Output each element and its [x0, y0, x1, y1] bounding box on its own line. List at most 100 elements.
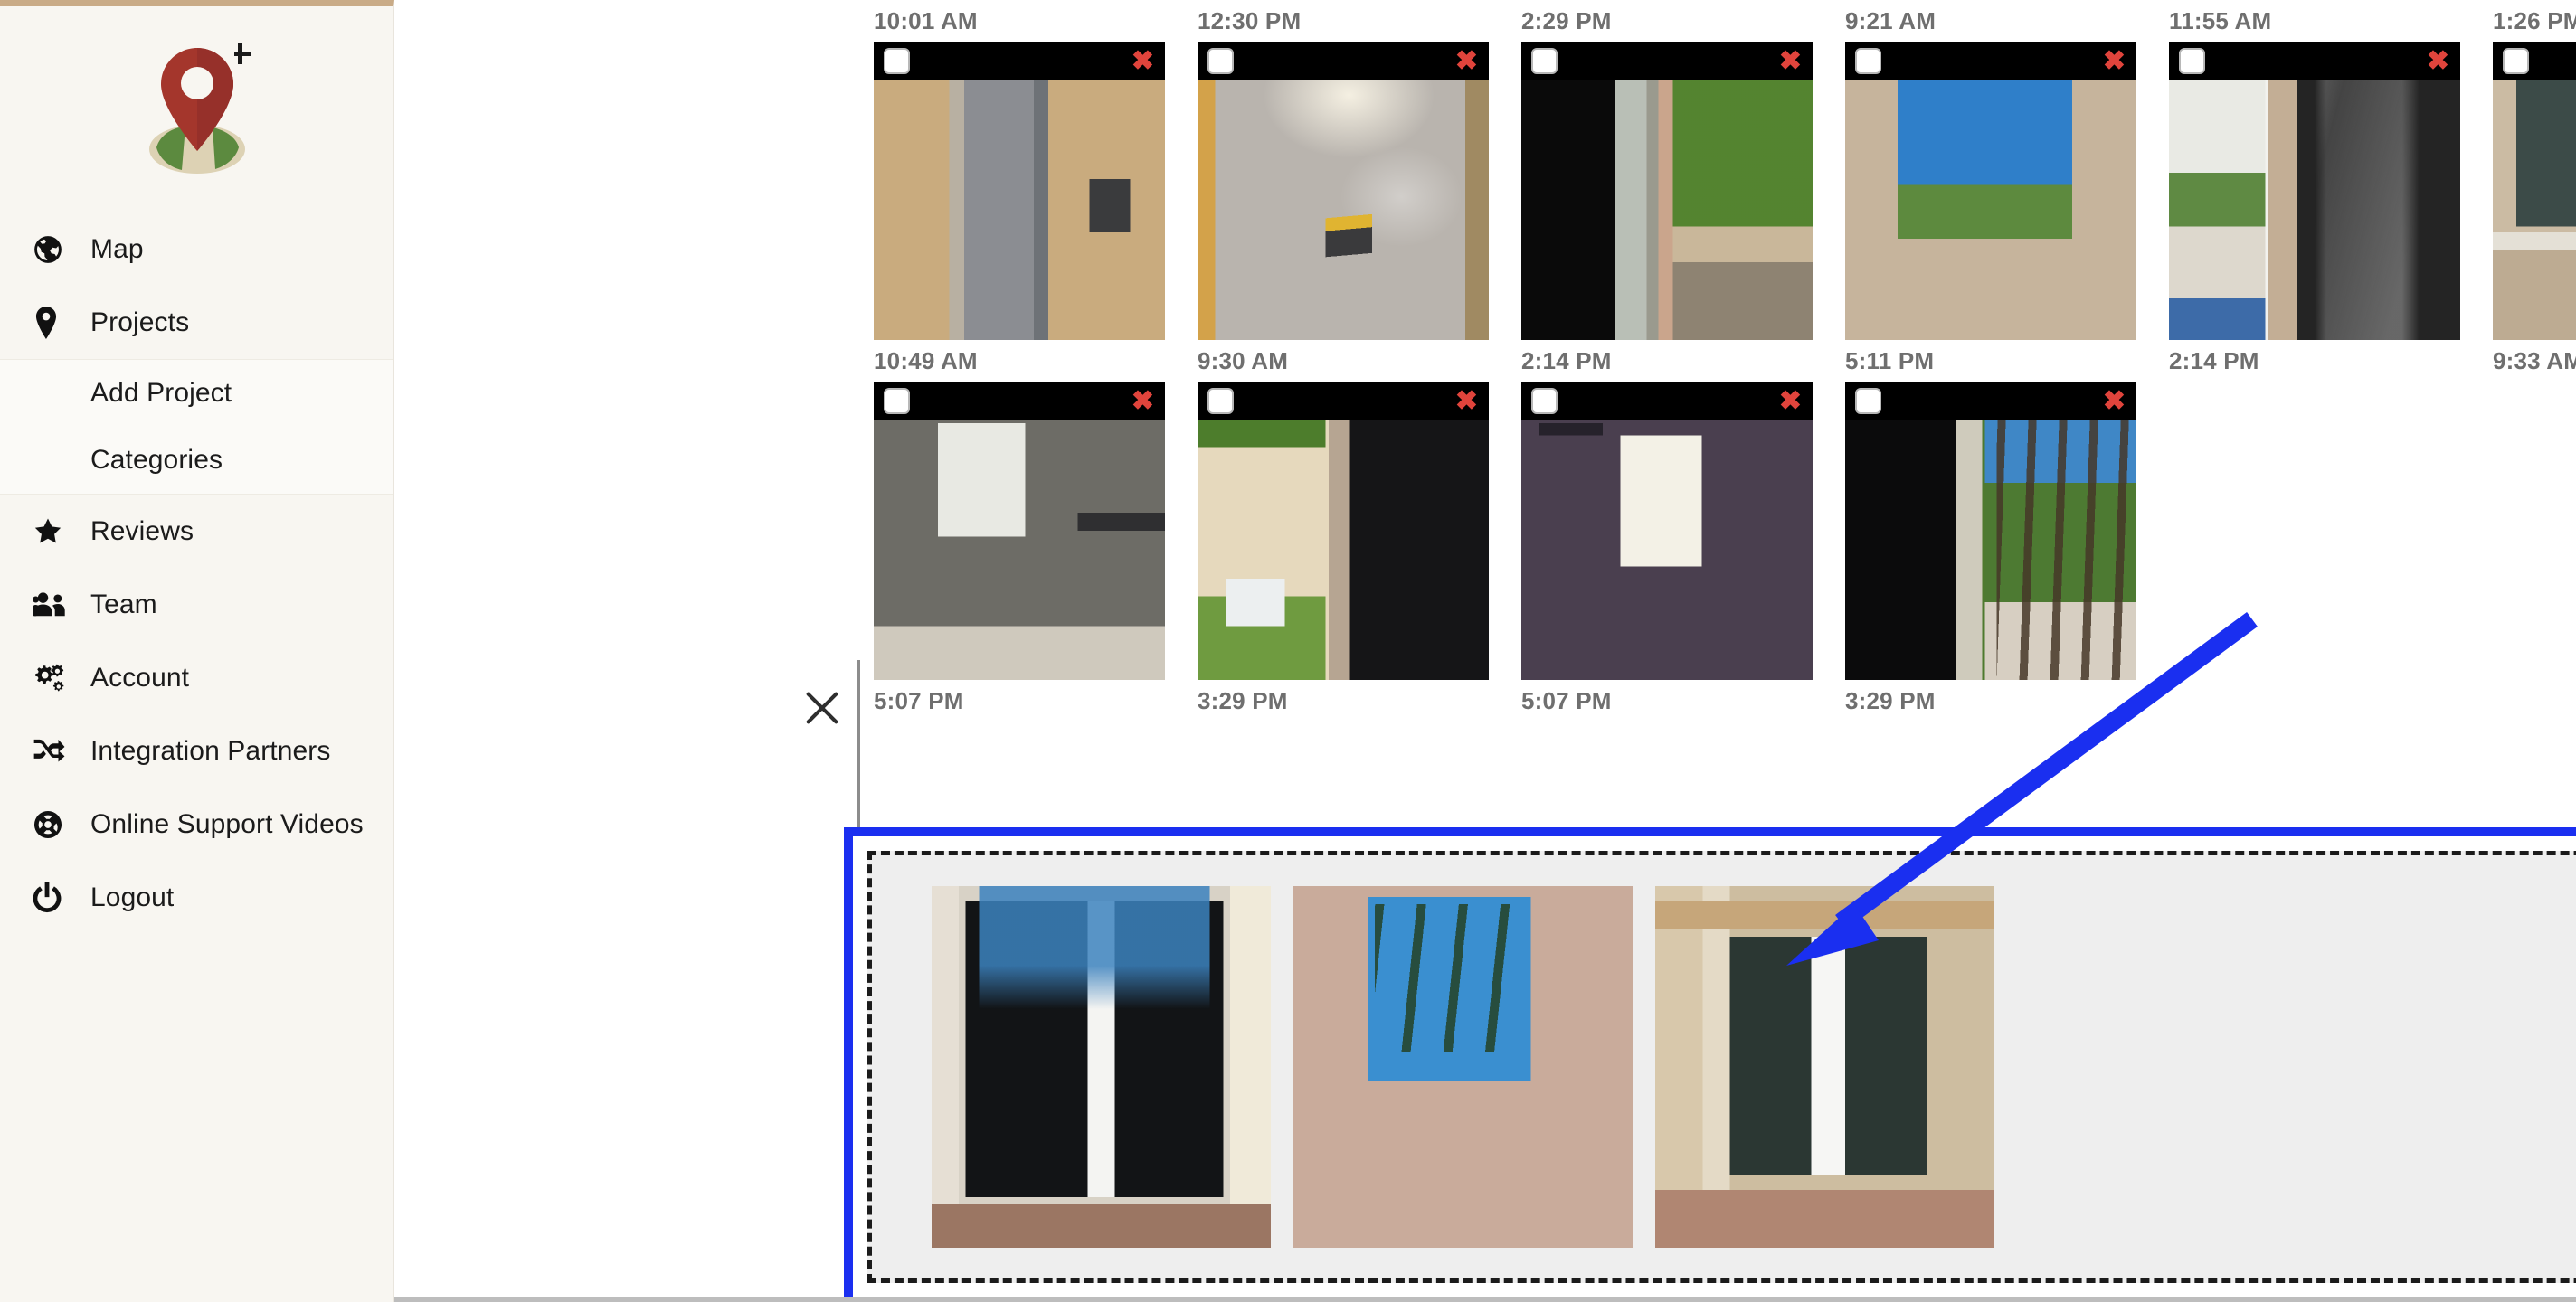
photo-image-sill: [2493, 42, 2576, 340]
photo-thumbnail[interactable]: ✖: [1198, 382, 1489, 680]
shuffle-icon: [33, 738, 74, 765]
sidebar-item-logout[interactable]: Logout: [0, 861, 393, 934]
photo-select-checkbox[interactable]: [1531, 48, 1558, 74]
photo-select-checkbox[interactable]: [1531, 388, 1558, 414]
photo-grid-row: 10:49 AM ✖ 9:30 AM ✖ 2:14 PM ✖ 5:11 PM ✖…: [874, 340, 2576, 680]
photo-remove-icon[interactable]: ✖: [1132, 47, 1154, 75]
photo-thumbnail[interactable]: ✖: [2493, 42, 2576, 340]
sidebar-item-projects[interactable]: Projects: [0, 286, 393, 359]
photo-timestamp: 2:29 PM: [1521, 7, 1612, 34]
sidebar-item-reviews[interactable]: Reviews: [0, 495, 393, 568]
photo-timestamp: 5:07 PM: [1521, 687, 1612, 714]
photo-cell: 9:30 AM ✖: [1198, 340, 1521, 680]
photo-remove-icon[interactable]: ✖: [1779, 387, 1802, 415]
sidebar-subitem-label: Add Project: [90, 378, 232, 408]
logo-container[interactable]: [0, 6, 393, 212]
photo-timestamp: 9:30 AM: [1198, 347, 1289, 374]
photo-image-shelf: [874, 382, 1165, 680]
sidebar-item-integration-partners[interactable]: Integration Partners: [0, 714, 393, 788]
photo-cell: 10:01 AM ✖: [874, 0, 1198, 340]
thumbnail-toolbar: ✖: [1198, 382, 1489, 420]
sidebar-item-online-support-videos[interactable]: Online Support Videos: [0, 788, 393, 861]
photo-remove-icon[interactable]: ✖: [1455, 47, 1478, 75]
dropzone-image[interactable]: [1293, 886, 1633, 1248]
users-icon: [33, 590, 74, 619]
photo-timestamp: 10:49 AM: [874, 347, 978, 374]
photo-thumbnail[interactable]: ✖: [1198, 42, 1489, 340]
photo-remove-icon[interactable]: ✖: [1779, 47, 1802, 75]
photo-timestamp: 11:55 AM: [2169, 7, 2272, 34]
map-pin-icon: [33, 306, 74, 339]
photo-image-ac-unit: [1198, 382, 1489, 680]
photo-thumbnail[interactable]: ✖: [1845, 382, 2136, 680]
sidebar-item-label: Online Support Videos: [90, 808, 364, 839]
thumbnail-toolbar: ✖: [1845, 42, 2136, 80]
photo-thumbnail[interactable]: ✖: [874, 42, 1165, 340]
photo-thumbnail[interactable]: ✖: [2169, 42, 2460, 340]
star-icon: [33, 516, 74, 547]
photo-select-checkbox[interactable]: [1208, 48, 1234, 74]
photo-select-checkbox[interactable]: [1208, 388, 1234, 414]
photo-cell: 10:49 AM ✖: [874, 340, 1198, 680]
photo-image-window: [1845, 42, 2136, 340]
sidebar-nav-secondary: Reviews Team Account Integration Partner…: [0, 495, 393, 934]
photo-cell: 2:29 PM ✖: [1521, 0, 1845, 340]
thumbnail-toolbar: ✖: [2493, 42, 2576, 80]
photo-select-checkbox[interactable]: [2179, 48, 2205, 74]
photo-cell: 2:14 PM ✖: [1521, 340, 1845, 680]
thumbnail-toolbar: ✖: [1521, 382, 1813, 420]
upload-dropzone-inner[interactable]: [867, 851, 2576, 1283]
photo-timestamp: 1:26 PM: [2493, 7, 2576, 34]
sidebar: Map Projects Add Project Categories Revi…: [0, 0, 394, 1302]
photo-thumbnail[interactable]: ✖: [1521, 42, 1813, 340]
thumbnail-toolbar: ✖: [874, 42, 1165, 80]
panel-divider: [857, 660, 860, 832]
photo-thumbnail[interactable]: ✖: [1845, 42, 2136, 340]
photo-select-checkbox[interactable]: [2503, 48, 2529, 74]
main-content: 10:01 AM ✖ 12:30 PM ✖ 2:29 PM ✖ 9:21 AM …: [394, 0, 2576, 1302]
horizontal-scrollbar[interactable]: [394, 1297, 2576, 1302]
dropzone-image[interactable]: [1655, 886, 1994, 1248]
photo-cell: 12:30 PM ✖: [1198, 0, 1521, 340]
photo-select-checkbox[interactable]: [1855, 48, 1881, 74]
photo-image-frame: [1521, 382, 1813, 680]
thumbnail-toolbar: ✖: [1845, 382, 2136, 420]
photo-select-checkbox[interactable]: [1855, 388, 1881, 414]
photo-grid: 10:01 AM ✖ 12:30 PM ✖ 2:29 PM ✖ 9:21 AM …: [874, 0, 2576, 722]
photo-image-detail: [874, 42, 1165, 340]
sidebar-item-map[interactable]: Map: [0, 212, 393, 286]
sidebar-item-team[interactable]: Team: [0, 568, 393, 641]
photo-timestamp: 12:30 PM: [1198, 7, 1302, 34]
photo-remove-icon[interactable]: ✖: [1132, 387, 1154, 415]
photo-timestamp: 9:21 AM: [1845, 7, 1937, 34]
photo-image-sheeting: [2169, 42, 2460, 340]
photo-remove-icon[interactable]: ✖: [2103, 387, 2126, 415]
photo-select-checkbox[interactable]: [884, 48, 910, 74]
close-icon[interactable]: [801, 687, 843, 729]
photo-thumbnail[interactable]: ✖: [1521, 382, 1813, 680]
sidebar-nav-primary: Map Projects: [0, 212, 393, 359]
sidebar-item-add-project[interactable]: Add Project: [0, 360, 393, 427]
photo-timestamp: 2:14 PM: [2169, 347, 2259, 374]
sidebar-item-account[interactable]: Account: [0, 641, 393, 714]
photo-remove-icon[interactable]: ✖: [2427, 47, 2449, 75]
photo-select-checkbox[interactable]: [884, 388, 910, 414]
photo-image-trunks: [1845, 382, 2136, 680]
photo-remove-icon[interactable]: ✖: [2103, 47, 2126, 75]
sidebar-item-label: Projects: [90, 307, 190, 337]
photo-timestamp: 5:07 PM: [874, 687, 964, 714]
photo-cell: 9:21 AM ✖: [1845, 0, 2169, 340]
photo-cell: 5:11 PM ✖: [1845, 340, 2169, 680]
sidebar-item-label: Account: [90, 662, 190, 693]
thumbnail-toolbar: ✖: [1521, 42, 1813, 80]
photo-remove-icon[interactable]: ✖: [1455, 387, 1478, 415]
upload-dropzone[interactable]: [844, 827, 2576, 1302]
app-root: Map Projects Add Project Categories Revi…: [0, 0, 2576, 1302]
photo-thumbnail[interactable]: ✖: [874, 382, 1165, 680]
sidebar-item-categories[interactable]: Categories: [0, 427, 393, 494]
photo-cell: 1:26 PM ✖: [2493, 0, 2576, 340]
thumbnail-toolbar: ✖: [1198, 42, 1489, 80]
lifebuoy-icon: [33, 809, 74, 840]
thumbnail-toolbar: ✖: [874, 382, 1165, 420]
dropzone-image[interactable]: [932, 886, 1271, 1248]
